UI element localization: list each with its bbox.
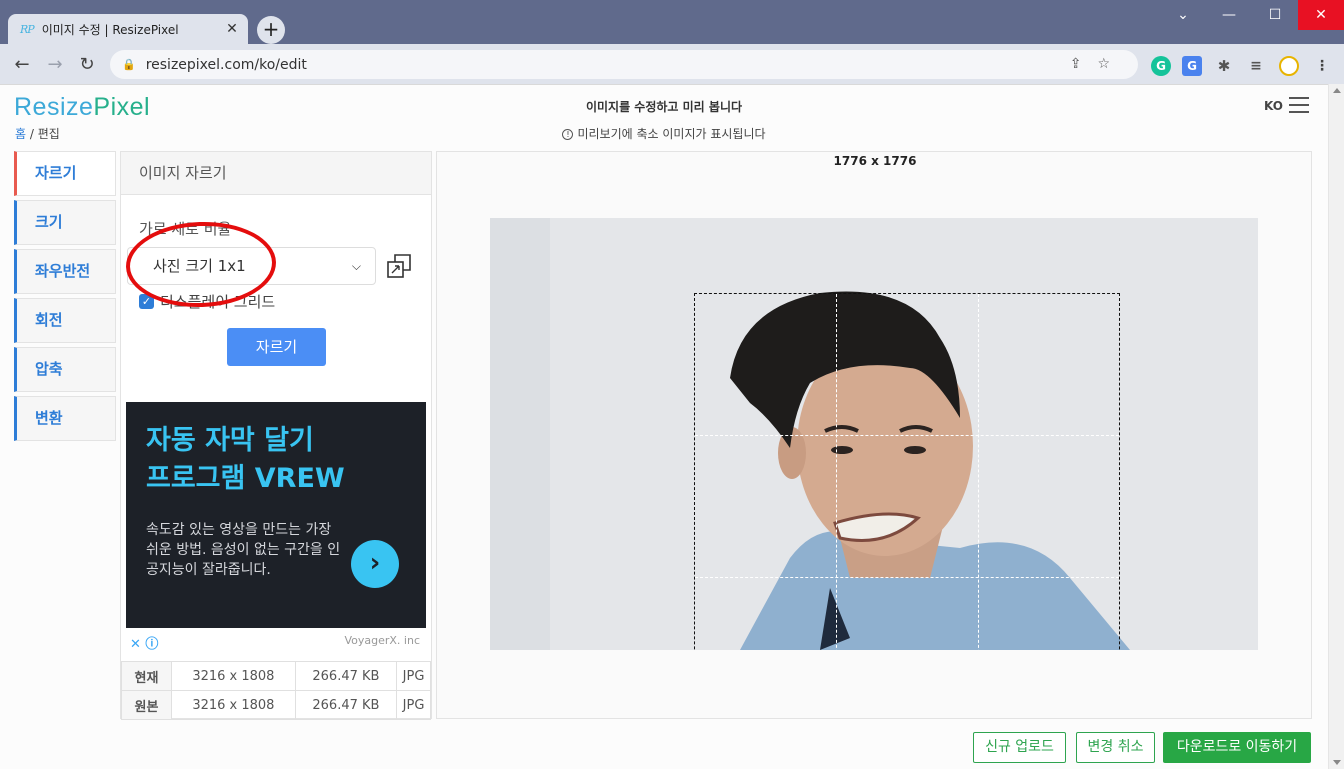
extensions-puzzle-icon[interactable]: ✱ (1214, 56, 1234, 76)
display-grid-checkbox[interactable]: ✓ 디스플레이 그리드 (139, 291, 275, 312)
grid-line (695, 576, 1119, 578)
tab-title: 이미지 수정 | ResizePixel (41, 22, 179, 37)
ad-headline-1: 자동 자막 달기 (146, 425, 314, 456)
crop-dimensions: 1776 x 1776 (833, 154, 917, 168)
grid-line (977, 294, 979, 650)
new-upload-button[interactable]: 신규 업로드 (973, 732, 1066, 763)
checkmark-icon: ✓ (139, 294, 154, 309)
crop-button[interactable]: 자르기 (227, 328, 326, 366)
browser-tab[interactable]: RP 이미지 수정 | ResizePixel ✕ (8, 14, 248, 44)
page: ResizePixel 홈 / 편집 이미지를 수정하고 미리 봅니다 ! 미리보… (0, 84, 1328, 769)
ad-headline-2: 프로그램 VREW (146, 463, 345, 494)
ad-footer: ✕ ⓘ VoyagerX. inc (126, 630, 426, 652)
grid-line (836, 294, 838, 650)
table-row: 현재 3216 x 1808 266.47 KB JPG (121, 661, 431, 691)
reading-list-icon[interactable]: ≡ (1246, 56, 1266, 76)
crop-options-panel: 이미지 자르기 가로 세로 비율 사진 크기 1x1 ⌵ ✓ 디스플레이 그리드… (120, 151, 432, 720)
original-file-size: 266.47 KB (294, 690, 398, 720)
original-format: JPG (396, 690, 431, 720)
back-icon[interactable]: ← (9, 52, 35, 78)
ad-close-icon[interactable]: ✕ ⓘ (130, 633, 158, 652)
language-selector[interactable]: KO (1264, 99, 1283, 113)
grid-line (695, 435, 1119, 437)
chevron-down-icon: ⌵ (351, 259, 361, 273)
scroll-up-icon[interactable] (1333, 88, 1341, 93)
url-text: resizepixel.com/ko/edit (145, 56, 307, 73)
row-label-original: 원본 (121, 690, 172, 720)
image-preview-area: 1776 x 1776 (436, 151, 1312, 719)
lock-icon: 🔒 (122, 58, 136, 71)
aspect-ratio-label: 가로 세로 비율 (139, 220, 232, 238)
new-tab-button[interactable]: + (257, 16, 285, 44)
reload-icon[interactable]: ↻ (74, 52, 100, 78)
profile-avatar[interactable] (1279, 56, 1299, 76)
cancel-changes-button[interactable]: 변경 취소 (1076, 732, 1155, 763)
info-icon: ! (562, 129, 574, 140)
hamburger-menu-icon[interactable] (1289, 97, 1309, 113)
current-format: JPG (396, 661, 431, 691)
page-scrollbar[interactable] (1328, 84, 1344, 769)
original-dimensions: 3216 x 1808 (171, 690, 296, 720)
browser-menu-icon[interactable]: ⋮ (1312, 56, 1332, 76)
translate-extension-icon[interactable]: G (1182, 56, 1202, 76)
preview-note: ! 미리보기에 축소 이미지가 표시됩니다 (0, 125, 1328, 142)
tool-convert[interactable]: 변환 (14, 396, 116, 441)
tab-search-icon[interactable]: ⌄ (1160, 0, 1206, 30)
url-input[interactable]: 🔒 resizepixel.com/ko/edit ⇪☆ (110, 50, 1138, 79)
tool-resize[interactable]: 크기 (14, 200, 116, 245)
row-label-current: 현재 (121, 661, 172, 691)
panel-title: 이미지 자르기 (121, 152, 431, 195)
scroll-down-icon[interactable] (1333, 760, 1341, 765)
aspect-ratio-select[interactable]: 사진 크기 1x1 ⌵ (127, 247, 376, 285)
tool-rotate[interactable]: 회전 (14, 298, 116, 343)
swap-orientation-icon[interactable] (386, 253, 412, 279)
page-title: 이미지를 수정하고 미리 봅니다 (585, 100, 743, 114)
grammarly-extension-icon[interactable]: G (1151, 56, 1171, 76)
preview-image (490, 218, 1258, 650)
preview-note-text: 미리보기에 축소 이미지가 표시됩니다 (577, 127, 766, 141)
bookmark-star-icon[interactable]: ⇪☆ (1070, 56, 1126, 72)
close-tab-icon[interactable]: ✕ (224, 21, 240, 37)
current-dimensions: 3216 x 1808 (171, 661, 296, 691)
close-window-button[interactable]: ✕ (1298, 0, 1344, 30)
ad-body: 속도감 있는 영상을 만드는 가장 쉬운 방법. 음성이 없는 구간을 인공지능… (146, 522, 341, 578)
advertisement[interactable]: 자동 자막 달기 프로그램 VREW 속도감 있는 영상을 만드는 가장 쉬운 … (126, 402, 426, 628)
ad-arrow-icon[interactable]: › (351, 540, 399, 588)
image-info-table: 현재 3216 x 1808 266.47 KB JPG 원본 3216 x 1… (121, 661, 431, 720)
tool-flip[interactable]: 좌우반전 (14, 249, 116, 294)
current-file-size: 266.47 KB (294, 661, 398, 691)
tool-menu: 자르기 크기 좌우반전 회전 압축 변환 (14, 151, 116, 445)
minimize-button[interactable]: — (1206, 0, 1252, 30)
window-controls: ⌄ — ☐ ✕ (1160, 0, 1344, 30)
tool-compress[interactable]: 압축 (14, 347, 116, 392)
browser-titlebar: RP 이미지 수정 | ResizePixel ✕ + ⌄ — ☐ ✕ (0, 0, 1344, 44)
site-favicon: RP (20, 22, 35, 36)
forward-icon[interactable]: → (42, 52, 68, 78)
address-bar: ← → ↻ 🔒 resizepixel.com/ko/edit ⇪☆ G G ✱… (0, 44, 1344, 84)
crop-selection-box[interactable] (694, 293, 1120, 650)
aspect-ratio-value: 사진 크기 1x1 (153, 257, 246, 275)
ad-sponsor: VoyagerX. inc (344, 634, 420, 647)
display-grid-label: 디스플레이 그리드 (160, 293, 276, 311)
table-row: 원본 3216 x 1808 266.47 KB JPG (121, 690, 431, 720)
tool-crop[interactable]: 자르기 (14, 151, 116, 196)
maximize-button[interactable]: ☐ (1252, 0, 1298, 30)
go-to-download-button[interactable]: 다운로드로 이동하기 (1163, 732, 1311, 763)
